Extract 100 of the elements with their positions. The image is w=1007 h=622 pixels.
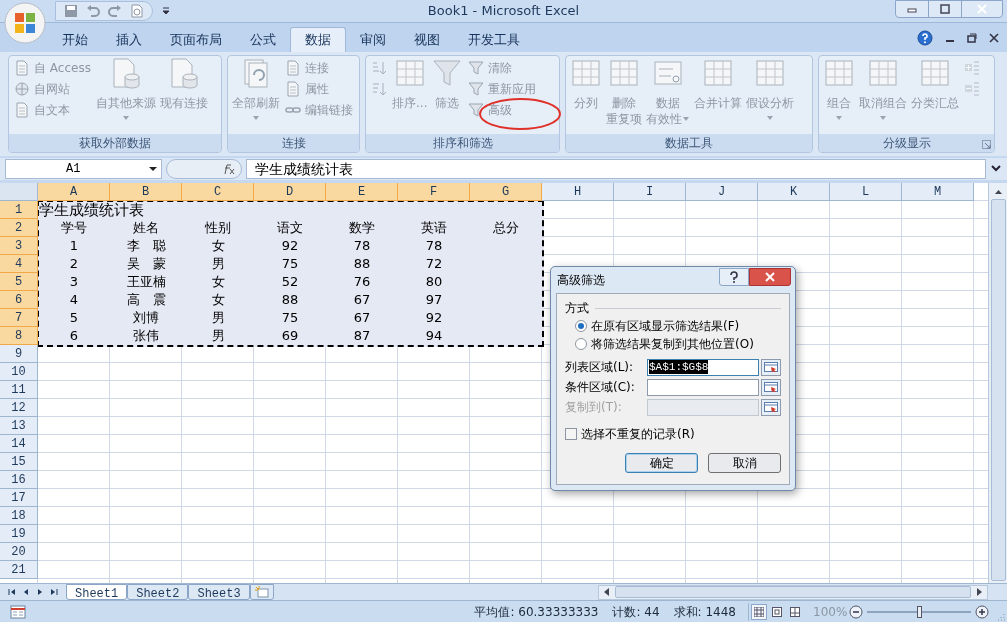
column-header[interactable]: K bbox=[758, 183, 830, 201]
column-header[interactable]: A bbox=[38, 183, 110, 201]
ribbon-tab[interactable]: 开始 bbox=[48, 27, 102, 52]
previous-sheet-icon[interactable] bbox=[22, 588, 30, 596]
sheet-tab[interactable]: Sheet1 bbox=[66, 583, 128, 600]
row-header[interactable]: 6 bbox=[0, 291, 38, 309]
new-sheet-icon bbox=[254, 586, 269, 598]
help-button[interactable] bbox=[719, 268, 749, 286]
last-sheet-icon[interactable] bbox=[50, 588, 58, 596]
column-header[interactable]: I bbox=[614, 183, 686, 201]
range-field[interactable] bbox=[647, 378, 759, 396]
help-icon[interactable] bbox=[917, 30, 933, 46]
row-header[interactable]: 17 bbox=[0, 489, 38, 507]
row-header[interactable]: 13 bbox=[0, 417, 38, 435]
column-header[interactable]: F bbox=[398, 183, 470, 201]
row-header[interactable]: 11 bbox=[0, 381, 38, 399]
group-label: 数据工具 bbox=[665, 135, 713, 152]
zoom-slider[interactable] bbox=[867, 604, 971, 619]
dialog-button[interactable]: 取消 bbox=[708, 453, 781, 473]
collapse-dialog-button[interactable] bbox=[761, 398, 781, 416]
column-header[interactable]: E bbox=[326, 183, 398, 201]
radio-button[interactable] bbox=[575, 338, 587, 350]
insert-sheet-button[interactable] bbox=[249, 584, 274, 600]
ribbon-tab[interactable]: 审阅 bbox=[346, 27, 400, 52]
restore-icon[interactable] bbox=[967, 33, 977, 43]
table-cell: 总分 bbox=[493, 220, 519, 236]
dialog-launcher-icon[interactable] bbox=[982, 140, 991, 149]
collapse-dialog-button[interactable] bbox=[761, 358, 781, 376]
checkbox[interactable] bbox=[565, 428, 577, 440]
row-header[interactable]: 8 bbox=[0, 327, 38, 345]
sort-descending-icon bbox=[371, 80, 387, 97]
vertical-scrollbar[interactable] bbox=[988, 183, 1007, 583]
row-header[interactable]: 3 bbox=[0, 237, 38, 255]
table-cell: 72 bbox=[425, 256, 443, 272]
row-header[interactable]: 7 bbox=[0, 309, 38, 327]
scroll-left-icon[interactable] bbox=[602, 587, 612, 597]
first-sheet-icon[interactable] bbox=[8, 588, 16, 596]
column-header[interactable]: D bbox=[254, 183, 326, 201]
table-icon bbox=[754, 57, 786, 89]
zoom-in-icon[interactable] bbox=[975, 604, 989, 619]
print-preview-icon[interactable] bbox=[130, 4, 144, 18]
close-icon[interactable] bbox=[989, 33, 999, 43]
table-cell: 67 bbox=[353, 292, 371, 308]
row-header[interactable]: 21 bbox=[0, 561, 38, 579]
ribbon-tab[interactable]: 视图 bbox=[400, 27, 454, 52]
column-header[interactable]: H bbox=[542, 183, 614, 201]
row-header[interactable]: 4 bbox=[0, 255, 38, 273]
column-header[interactable]: L bbox=[830, 183, 902, 201]
close-button[interactable] bbox=[749, 268, 791, 286]
collapse-dialog-button[interactable] bbox=[761, 378, 781, 396]
customize-toolbar-icon[interactable] bbox=[161, 6, 171, 16]
row-header[interactable]: 10 bbox=[0, 363, 38, 381]
dropdown-arrow-icon bbox=[121, 115, 130, 121]
row-header[interactable]: 15 bbox=[0, 453, 38, 471]
ribbon-tab[interactable]: 开发工具 bbox=[454, 27, 534, 52]
row-header[interactable]: 2 bbox=[0, 219, 38, 237]
column-header[interactable]: B bbox=[110, 183, 182, 201]
scrollbar-thumb[interactable] bbox=[990, 199, 1006, 581]
column-header[interactable]: G bbox=[470, 183, 542, 201]
dropdown-arrow-icon bbox=[252, 115, 260, 121]
row-header[interactable]: 20 bbox=[0, 543, 38, 561]
insert-function-button[interactable] bbox=[166, 159, 242, 179]
sheet-tab[interactable]: Sheet3 bbox=[188, 583, 250, 600]
undo-icon[interactable] bbox=[86, 4, 100, 18]
save-icon[interactable] bbox=[64, 4, 78, 18]
ribbon-tab[interactable]: 数据 bbox=[290, 27, 346, 52]
zoom-slider-thumb[interactable] bbox=[917, 605, 922, 618]
dropdown-arrow-icon bbox=[835, 115, 843, 121]
dialog-button[interactable]: 确定 bbox=[625, 453, 698, 473]
macro-record-icon[interactable] bbox=[10, 604, 26, 619]
radio-button[interactable] bbox=[575, 320, 587, 332]
formula-field[interactable]: 学生成绩统计表 bbox=[246, 159, 986, 179]
redo-icon[interactable] bbox=[108, 4, 122, 18]
column-header[interactable]: M bbox=[902, 183, 974, 201]
name-box[interactable]: A1 bbox=[5, 159, 162, 179]
table-cell: 94 bbox=[425, 328, 443, 344]
sheet-tab[interactable]: Sheet2 bbox=[127, 583, 189, 600]
row-header[interactable]: 9 bbox=[0, 345, 38, 363]
scrollbar-thumb[interactable] bbox=[615, 586, 971, 598]
row-header[interactable]: 16 bbox=[0, 471, 38, 489]
row-header[interactable]: 18 bbox=[0, 507, 38, 525]
row-header[interactable]: 14 bbox=[0, 435, 38, 453]
range-field[interactable]: $A$1:$G$8 bbox=[647, 358, 759, 376]
horizontal-scrollbar[interactable] bbox=[598, 584, 988, 600]
ribbon-tab[interactable]: 页面布局 bbox=[156, 27, 236, 52]
column-header[interactable]: J bbox=[686, 183, 758, 201]
next-sheet-icon[interactable] bbox=[36, 588, 44, 596]
scroll-right-icon[interactable] bbox=[974, 587, 984, 597]
column-header[interactable]: C bbox=[182, 183, 254, 201]
ribbon-tab[interactable]: 插入 bbox=[102, 27, 156, 52]
range-field[interactable] bbox=[647, 398, 759, 416]
zoom-out-icon[interactable] bbox=[849, 604, 863, 619]
row-header[interactable]: 12 bbox=[0, 399, 38, 417]
ribbon-tab[interactable]: 公式 bbox=[236, 27, 290, 52]
row-header[interactable]: 1 bbox=[0, 201, 38, 219]
normal-view-button[interactable] bbox=[751, 603, 767, 620]
row-header[interactable]: 19 bbox=[0, 525, 38, 543]
funnel-icon bbox=[431, 57, 464, 89]
table-cell: 刘博 bbox=[133, 310, 159, 326]
row-header[interactable]: 5 bbox=[0, 273, 38, 291]
